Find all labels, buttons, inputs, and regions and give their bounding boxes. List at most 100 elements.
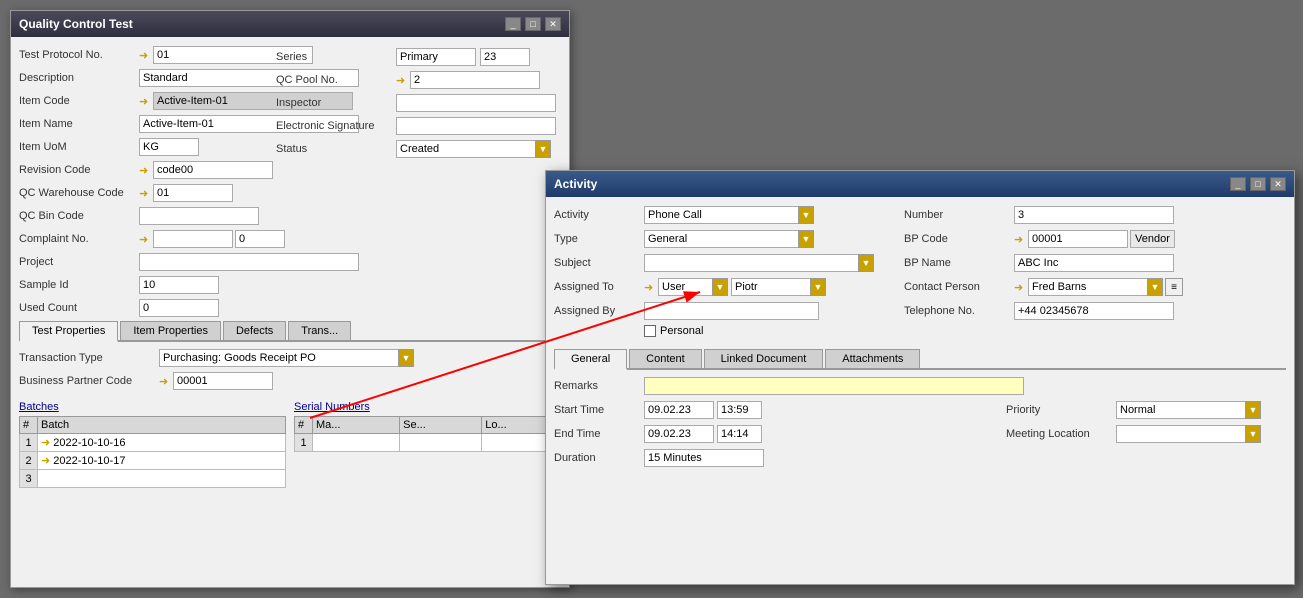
complaint-arrow: ➜ <box>139 233 151 246</box>
activity-close-button[interactable]: ✕ <box>1270 177 1286 191</box>
qc-pool-label: QC Pool No. <box>276 74 396 86</box>
act-tab-general[interactable]: General <box>554 349 627 370</box>
close-button[interactable]: ✕ <box>545 17 561 31</box>
personal-checkbox[interactable] <box>644 325 656 337</box>
complaint-num-input[interactable] <box>235 230 285 248</box>
activity-window: Activity _ □ ✕ Activity ▼ Type <box>545 170 1295 585</box>
assigned-to-type-dropdown[interactable]: ▼ <box>712 278 728 296</box>
activity-body: Activity ▼ Type ▼ Subject <box>546 197 1294 486</box>
used-count-input[interactable] <box>139 299 219 317</box>
tab-defects[interactable]: Defects <box>223 321 286 340</box>
duration-input[interactable] <box>644 449 764 467</box>
assigned-to-type-input[interactable] <box>658 278 713 296</box>
qc-warehouse-input[interactable] <box>153 184 233 202</box>
activity-maximize-button[interactable]: □ <box>1250 177 1266 191</box>
activity-minimize-button[interactable]: _ <box>1230 177 1246 191</box>
remarks-input[interactable] <box>644 377 1024 395</box>
serial-numbers-header[interactable]: Serial Numbers <box>294 401 561 413</box>
contact-person-input[interactable] <box>1028 278 1148 296</box>
bp-code-input[interactable] <box>173 372 273 390</box>
bp-name-input[interactable] <box>1014 254 1174 272</box>
activity-tab-bar: General Content Linked Document Attachme… <box>554 349 1286 370</box>
series-input[interactable] <box>396 48 476 66</box>
activity-field-row: Activity ▼ <box>554 205 894 225</box>
remarks-label: Remarks <box>554 380 644 392</box>
status-input[interactable] <box>396 140 536 158</box>
transaction-type-label: Transaction Type <box>19 352 159 364</box>
sample-id-input[interactable] <box>139 276 219 294</box>
batch-row1-num: 1 <box>20 434 38 452</box>
batch-row1-batch: ➜ 2022-10-10-16 <box>38 434 286 452</box>
item-uom-input[interactable] <box>139 138 199 156</box>
maximize-button[interactable]: □ <box>525 17 541 31</box>
tab-content-area: Transaction Type ▼ Business Partner Code… <box>19 342 561 400</box>
meeting-location-input[interactable] <box>1116 425 1246 443</box>
bp-code-label: Business Partner Code <box>19 375 159 387</box>
tab-test-properties[interactable]: Test Properties <box>19 321 118 342</box>
telephone-input[interactable] <box>1014 302 1174 320</box>
qc-bin-input[interactable] <box>139 207 259 225</box>
series-num-input[interactable] <box>480 48 530 66</box>
sample-id-label: Sample Id <box>19 279 139 291</box>
priority-row: Priority ▼ <box>1006 400 1286 420</box>
act-tab-content[interactable]: Content <box>629 349 702 368</box>
personal-row: Personal <box>554 325 894 337</box>
qc-warehouse-row: QC Warehouse Code ➜ <box>19 183 561 203</box>
act-tab-attachments[interactable]: Attachments <box>825 349 920 368</box>
series-row: Series <box>276 47 561 67</box>
meeting-location-dropdown[interactable]: ▼ <box>1245 425 1261 443</box>
electronic-sig-row: Electronic Signature <box>276 116 561 136</box>
qc-pool-arrow: ➜ <box>396 74 408 87</box>
transaction-type-dropdown[interactable]: ▼ <box>398 349 414 367</box>
activity-field-input[interactable] <box>644 206 799 224</box>
assigned-to-name-input[interactable] <box>731 278 811 296</box>
assigned-by-input[interactable] <box>644 302 819 320</box>
tab-item-properties[interactable]: Item Properties <box>120 321 221 340</box>
activity-field-dropdown[interactable]: ▼ <box>798 206 814 224</box>
item-code-label: Item Code <box>19 95 139 107</box>
qc-bin-row: QC Bin Code <box>19 206 561 226</box>
priority-input[interactable] <box>1116 401 1246 419</box>
type-input[interactable] <box>644 230 799 248</box>
end-time-input[interactable] <box>717 425 762 443</box>
status-dropdown-btn[interactable]: ▼ <box>535 140 551 158</box>
batch-row3-num: 3 <box>20 470 38 488</box>
meeting-location-wrapper: ▼ <box>1116 425 1261 443</box>
project-input[interactable] <box>139 253 359 271</box>
qc-body: Test Protocol No. ➜ Description Item Cod… <box>11 37 569 329</box>
qc-window: Quality Control Test _ □ ✕ Test Protocol… <box>10 10 570 588</box>
sample-id-row: Sample Id <box>19 275 561 295</box>
revision-code-input[interactable] <box>153 161 273 179</box>
start-time-input[interactable] <box>717 401 762 419</box>
vendor-badge: Vendor <box>1130 230 1175 248</box>
assigned-to-label: Assigned To <box>554 281 644 293</box>
minimize-button[interactable]: _ <box>505 17 521 31</box>
contact-person-dropdown[interactable]: ▼ <box>1147 278 1163 296</box>
serial-row1-num: 1 <box>295 434 313 452</box>
bp-code-act-input[interactable] <box>1028 230 1128 248</box>
batches-header[interactable]: Batches <box>19 401 286 413</box>
type-dropdown[interactable]: ▼ <box>798 230 814 248</box>
project-label: Project <box>19 256 139 268</box>
transaction-type-input[interactable] <box>159 349 399 367</box>
tab-trans[interactable]: Trans... <box>288 321 351 340</box>
end-date-input[interactable] <box>644 425 714 443</box>
act-tab-linked-document[interactable]: Linked Document <box>704 349 824 368</box>
electronic-sig-input[interactable] <box>396 117 556 135</box>
assigned-by-row: Assigned By <box>554 301 894 321</box>
contact-person-list-btn[interactable]: ≡ <box>1165 278 1183 296</box>
subject-input[interactable] <box>644 254 859 272</box>
start-date-input[interactable] <box>644 401 714 419</box>
subject-dropdown[interactable]: ▼ <box>858 254 874 272</box>
inspector-input[interactable] <box>396 94 556 112</box>
table-row: 2 ➜ 2022-10-10-17 <box>20 452 286 470</box>
serial-numbers-section: Serial Numbers # Ma... Se... Lo... 1 <box>294 401 561 488</box>
complaint-input[interactable] <box>153 230 233 248</box>
assigned-to-name-dropdown[interactable]: ▼ <box>810 278 826 296</box>
qc-warehouse-arrow: ➜ <box>139 187 151 200</box>
priority-dropdown[interactable]: ▼ <box>1245 401 1261 419</box>
qc-pool-input[interactable] <box>410 71 540 89</box>
serial-row1-ma <box>313 434 400 452</box>
number-input[interactable] <box>1014 206 1174 224</box>
assigned-by-label: Assigned By <box>554 305 644 317</box>
